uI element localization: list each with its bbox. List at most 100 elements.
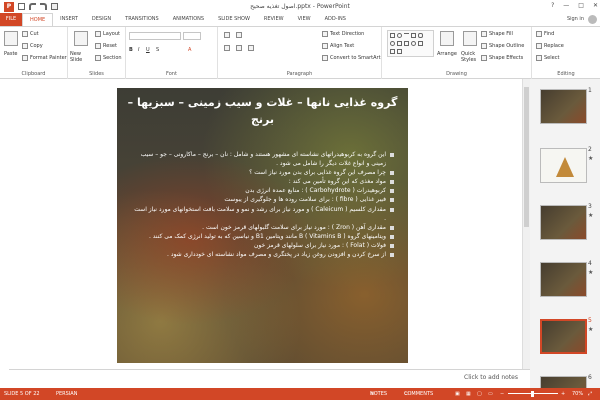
notes-pane[interactable]: Click to add notes [9, 369, 530, 388]
fit-slide-icon[interactable]: ⤢ [588, 388, 592, 400]
section-button[interactable]: Section [95, 55, 122, 61]
font-size-combo[interactable] [183, 32, 201, 40]
minimize-button[interactable]: — [563, 2, 569, 9]
replace-button[interactable]: Replace [536, 43, 564, 49]
normal-view-icon[interactable]: ▣ [455, 388, 460, 400]
shape-fill-button[interactable]: Shape Fill [481, 31, 513, 37]
language-indicator[interactable]: PERSIAN [56, 388, 77, 400]
rounded-rect-shape-icon[interactable] [418, 33, 423, 38]
zoom-in-button[interactable]: + [561, 388, 565, 400]
save-icon[interactable] [18, 3, 25, 10]
new-slide-icon[interactable] [74, 31, 88, 46]
italic-button[interactable]: I [138, 47, 139, 53]
tab-design[interactable]: DESIGN [85, 13, 118, 26]
redo-icon[interactable] [40, 3, 47, 10]
align-text-icon [322, 43, 328, 49]
select-button[interactable]: Select [536, 55, 559, 61]
list-item: مواد مغذی که این گروه تأمین می کند : [131, 177, 394, 186]
star-shape-icon[interactable] [404, 41, 409, 46]
sign-in-link[interactable]: Sign in [567, 13, 584, 26]
tab-view[interactable]: VIEW [291, 13, 318, 26]
font-name-combo[interactable] [129, 32, 181, 40]
underline-button[interactable]: U [146, 47, 150, 53]
tab-add-ins[interactable]: ADD-INS [318, 13, 353, 26]
shape-outline-button[interactable]: Shape Outline [481, 43, 524, 49]
arrange-icon[interactable] [440, 31, 454, 46]
layout-label: Layout [103, 31, 120, 37]
tab-insert[interactable]: INSERT [53, 13, 85, 26]
slide-thumbnail-5[interactable] [540, 319, 587, 354]
format-painter-button[interactable]: Format Painter [22, 55, 67, 61]
bullets-button[interactable] [224, 32, 230, 38]
brace-shape-icon[interactable] [418, 41, 423, 46]
cut-button[interactable]: Cut [22, 31, 39, 37]
undo-icon[interactable] [29, 3, 36, 10]
slide-body[interactable]: این گروه به کربوهیدراتهای نشاسته ای مشهو… [131, 150, 394, 259]
avatar[interactable] [588, 15, 597, 24]
circle-shape-icon[interactable] [390, 41, 395, 46]
quick-styles-button[interactable]: Quick Styles [461, 51, 479, 63]
slide-thumbnail-1[interactable] [540, 89, 587, 124]
slide-thumbnail-4[interactable] [540, 262, 587, 297]
oval-shape-icon[interactable] [397, 33, 402, 38]
paragraph-label: Paragraph [286, 71, 313, 77]
shadow-button[interactable]: S [156, 47, 159, 53]
paste-button[interactable]: Paste [4, 51, 18, 57]
maximize-button[interactable]: □ [578, 2, 584, 9]
rectangle-shape-icon[interactable] [390, 33, 395, 38]
shape-effects-label: Shape Effects [489, 55, 524, 61]
tab-slide-show[interactable]: SLIDE SHOW [211, 13, 257, 26]
slide-thumbnail-2[interactable] [540, 148, 587, 183]
layout-button[interactable]: Layout [95, 31, 120, 37]
close-button[interactable]: ✕ [593, 2, 598, 9]
help-button[interactable]: ? [551, 2, 554, 9]
textbox-shape-icon[interactable] [411, 33, 416, 38]
shape-outline-icon [481, 43, 487, 49]
scrollbar-thumb[interactable] [524, 87, 529, 227]
align-text-button[interactable]: Align Text [322, 43, 354, 49]
tab-file[interactable]: FILE [0, 13, 22, 26]
align-left-button[interactable] [224, 45, 230, 51]
zoom-out-button[interactable]: − [500, 388, 504, 400]
slide-sorter-icon[interactable]: ▦ [466, 388, 471, 400]
reading-view-icon[interactable]: ▢ [477, 388, 482, 400]
slide-thumbnail-3[interactable] [540, 205, 587, 240]
font-color-button[interactable]: A [188, 47, 191, 53]
align-center-button[interactable] [236, 45, 242, 51]
arrow-shape-icon[interactable] [397, 41, 402, 46]
shape-effects-button[interactable]: Shape Effects [481, 55, 523, 61]
tab-home[interactable]: HOME [22, 13, 54, 26]
notes-placeholder: Click to add notes [464, 374, 518, 381]
numbering-button[interactable] [236, 32, 242, 38]
smiley-shape-icon[interactable] [411, 41, 416, 46]
tab-transitions[interactable]: TRANSITIONS [118, 13, 166, 26]
bold-button[interactable]: B [129, 47, 133, 53]
arrange-button[interactable]: Arrange [437, 51, 457, 57]
tab-review[interactable]: REVIEW [257, 13, 291, 26]
reset-button[interactable]: Reset [95, 43, 117, 49]
find-button[interactable]: Find [536, 31, 554, 37]
tab-animations[interactable]: ANIMATIONS [166, 13, 211, 26]
zoom-level[interactable]: 70% [572, 388, 583, 400]
convert-smartart-button[interactable]: Convert to SmartArt [322, 55, 381, 61]
vertical-scrollbar[interactable] [522, 79, 530, 369]
start-slideshow-icon[interactable] [51, 3, 58, 10]
slide-title[interactable]: گروه غذایی نانها – غلات و سیب زمینی – سب… [125, 94, 400, 128]
callout-shape-icon[interactable] [390, 49, 395, 54]
bracket-shape-icon[interactable] [397, 49, 402, 54]
quick-styles-icon[interactable] [463, 31, 477, 46]
copy-button[interactable]: Copy [22, 43, 43, 49]
text-direction-button[interactable]: Text Direction [322, 31, 364, 37]
line-shape-icon[interactable] [404, 33, 409, 38]
slide-thumbnail-6[interactable] [540, 376, 587, 388]
slide-number: 6 [588, 374, 592, 381]
current-slide[interactable]: گروه غذایی نانها – غلات و سیب زمینی – سب… [117, 88, 408, 363]
shapes-gallery[interactable] [387, 30, 434, 57]
align-right-button[interactable] [248, 45, 254, 51]
paste-icon[interactable] [4, 31, 18, 46]
zoom-slider-thumb[interactable] [531, 391, 534, 397]
new-slide-button[interactable]: New Slide [70, 51, 94, 63]
slideshow-view-icon[interactable]: ▭ [488, 388, 493, 400]
slide-thumbnails-pane: 1 2 ★ 3 ★ 4 ★ 5 ★ 6 [530, 79, 600, 388]
clipboard-group: Paste Cut Copy Format Painter Clipboard [0, 27, 68, 79]
